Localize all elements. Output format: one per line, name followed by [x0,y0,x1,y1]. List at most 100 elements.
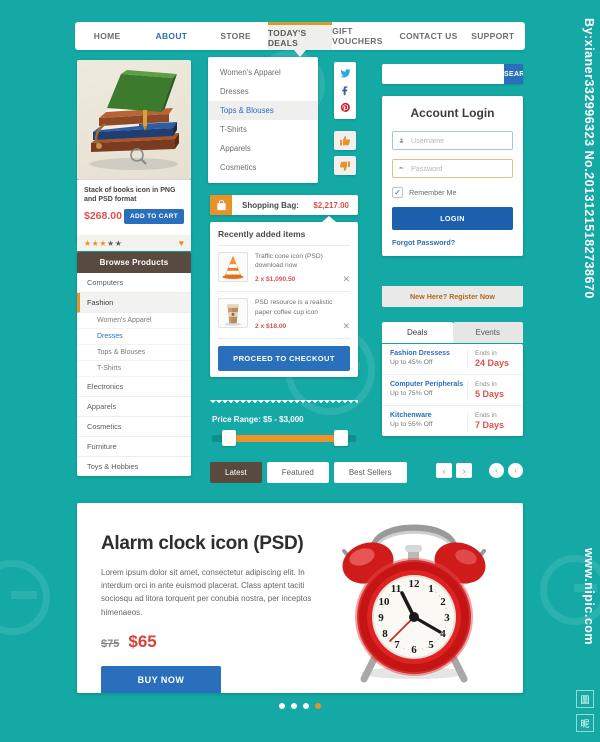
shopping-bag-icon [210,195,232,215]
product-title: Stack of books icon in PNG and PSD forma… [84,187,176,204]
nav-item-support[interactable]: SUPPORT [461,22,525,50]
add-to-cart-button[interactable]: ADD TO CART [124,208,184,224]
deal-discount: Up to 45% Off [390,359,433,366]
dropdown-item-dresses[interactable]: Dresses [208,82,318,101]
slider-handle-max[interactable] [334,430,348,446]
browse-item-computers[interactable]: Computers [77,273,191,293]
dropdown-item-t-shirts[interactable]: T-Shirts [208,120,318,139]
register-link[interactable]: New Here? Register Now [382,286,523,307]
search-input[interactable] [382,64,504,84]
remove-item-icon[interactable]: ✕ [342,321,350,332]
deal-ends-label: Ends in [475,350,497,357]
product-price-row: $268.00 ADD TO CART [84,208,184,224]
carousel-dot-2[interactable] [291,703,297,709]
svg-text:8: 8 [382,628,388,640]
pinterest-icon[interactable] [337,99,353,116]
dropdown-item-cosmetics[interactable]: Cosmetics [208,158,318,177]
browse-item-cosmetics[interactable]: Cosmetics [77,417,191,437]
deal-row[interactable]: Fashion Dressess Up to 45% Off Ends in 2… [382,344,523,375]
search-button[interactable]: SEARCH [504,64,523,84]
cart-item-thumbnail[interactable] [218,252,248,282]
circle-chevron-right-icon[interactable]: › [508,463,523,478]
remember-me-checkbox[interactable]: ✓ [392,187,403,198]
heart-icon[interactable]: ♥ [179,238,184,248]
browse-subitem-tops-blouses[interactable]: Tops & Blouses [77,345,191,361]
svg-text:10: 10 [379,596,391,608]
twitter-icon[interactable] [337,65,353,82]
carousel-dot-4[interactable] [315,703,321,709]
carousel-dot-3[interactable] [303,703,309,709]
dropdown-item-apparels[interactable]: Apparels [208,139,318,158]
deal-row[interactable]: Kitchenware Up to 55% Off Ends in 7 Days [382,406,523,436]
thumbs-down-icon [340,161,350,171]
watermark-ring [0,560,50,635]
shopping-bag-total: $2,217.00 [313,200,349,210]
shopping-bag-label: Shopping Bag: [242,200,299,210]
nav-item-store[interactable]: STORE [204,22,268,50]
browse-item-fashion[interactable]: Fashion [77,293,191,313]
remove-item-icon[interactable]: ✕ [342,274,350,285]
browse-item-furniture[interactable]: Furniture [77,437,191,457]
banner-title: Alarm clock icon (PSD) [101,533,304,554]
product-rating: ★★★★★ [84,239,122,248]
deal-row[interactable]: Computer Peripherals Up to 75% Off Ends … [382,375,523,406]
tab-featured[interactable]: Featured [266,462,329,483]
cart-item-thumbnail[interactable] [218,298,248,329]
svg-text:6: 6 [411,644,417,656]
tab-best-sellers[interactable]: Best Sellers [333,462,407,483]
tab-events[interactable]: Events [452,322,523,343]
traffic-cone-icon [221,255,245,280]
star-filled-icon: ★ [84,238,92,248]
nav-item-about[interactable]: ABOUT [139,22,203,50]
browse-subitem-dresses[interactable]: Dresses [77,329,191,345]
deal-ends-label: Ends in [475,381,497,388]
nav-item-gift-vouchers[interactable]: GIFT VOUCHERS [332,22,396,50]
buy-now-button[interactable]: BUY NOW [101,665,221,693]
cart-item-qty-price: 2 x $18.00 [255,322,287,330]
password-field[interactable] [392,159,513,178]
dropdown-item-womens-apparel[interactable]: Women's Apparel [208,63,318,82]
facebook-icon[interactable] [337,82,353,99]
nav-item-todays-deals-label: TODAY'S DEALS [267,27,307,48]
thumbs-up-icon [340,135,350,145]
nav-item-todays-deals[interactable]: TODAY'S DEALS [267,22,333,57]
browse-subitem-t-shirts[interactable]: T-Shirts [77,361,191,377]
login-button[interactable]: LOGIN [392,207,513,230]
product-image[interactable] [77,60,191,180]
nav-dropdown-menu: Women's Apparel Dresses Tops & Blouses T… [208,57,318,183]
deal-countdown: Ends in 24 Days [467,350,515,368]
browse-item-apparels[interactable]: Apparels [77,397,191,417]
browse-item-electronics[interactable]: Electronics [77,377,191,397]
price-range-slider[interactable] [212,430,356,446]
chevron-right-icon[interactable]: › [456,463,472,478]
nav-item-home[interactable]: HOME [75,22,139,50]
browse-subitem-womens-apparel[interactable]: Women's Apparel [77,313,191,329]
password-input[interactable] [409,163,506,174]
nav-item-contact-us[interactable]: CONTACT US [396,22,460,50]
dropdown-item-tops-blouses[interactable]: Tops & Blouses [208,101,318,120]
deal-info: Fashion Dressess Up to 45% Off [390,350,467,368]
banner-prices: $75 $65 [101,632,336,652]
username-input[interactable] [409,135,506,146]
star-empty-icon: ★ [107,238,115,248]
tab-deals[interactable]: Deals [382,322,453,343]
product-info: Stack of books icon in PNG and PSD forma… [77,180,191,240]
thumbs-down-button[interactable] [334,156,356,175]
svg-text:1: 1 [428,583,434,595]
banner-content: Alarm clock icon (PSD) Lorem ipsum dolor… [101,533,336,693]
svg-text:3: 3 [444,612,450,624]
slider-handle-min[interactable] [222,430,236,446]
carousel-dot-1[interactable] [279,703,285,709]
browse-item-toys-hobbies[interactable]: Toys & Hobbies [77,457,191,476]
proceed-to-checkout-button[interactable]: PROCEED TO CHECKOUT [218,345,350,371]
username-field[interactable] [392,131,513,150]
thumbs-up-button[interactable] [334,131,356,150]
shopping-bag-bar[interactable]: Shopping Bag: $2,217.00 [210,195,358,215]
forgot-password-link[interactable]: Forgot Password? [392,238,513,247]
cart-item: PSD resource is a realistic paper coffee… [218,291,350,337]
chevron-left-icon[interactable]: ‹ [436,463,452,478]
circle-chevron-left-icon[interactable]: ‹ [489,463,504,478]
svg-text:7: 7 [394,639,400,651]
tab-latest[interactable]: Latest [210,462,262,483]
remember-me-row[interactable]: ✓ Remember Me [392,187,513,198]
